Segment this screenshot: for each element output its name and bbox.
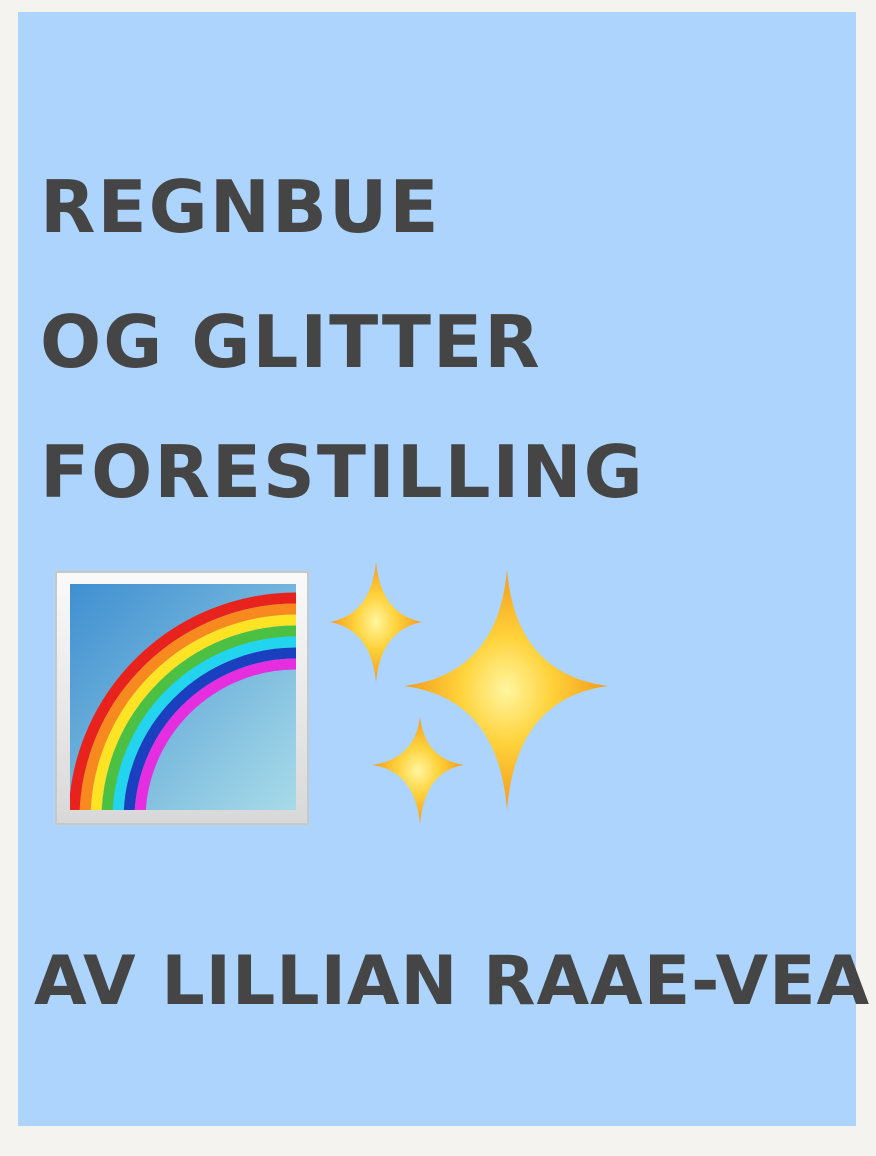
title-line-1: REGNBUE bbox=[40, 165, 441, 249]
rainbow-icon bbox=[55, 571, 309, 825]
title-line-3: FORESTILLING bbox=[40, 430, 645, 514]
book-cover: REGNBUE OG GLITTER FORESTILLING AV LILLI… bbox=[18, 12, 869, 1126]
sparkles-icon bbox=[330, 562, 608, 824]
title-line-2: OG GLITTER bbox=[40, 300, 542, 384]
author-line: AV LILLIAN RAAE-VEA bbox=[34, 942, 871, 1021]
